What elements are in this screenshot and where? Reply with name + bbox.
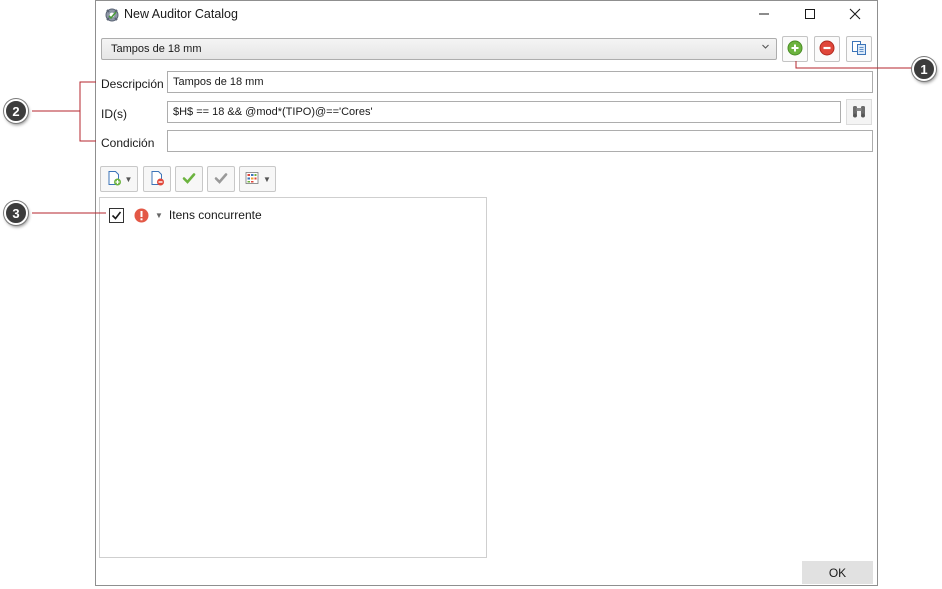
search-ids-button[interactable] (846, 99, 872, 125)
grid-options-icon (244, 170, 260, 189)
uncheck-all-icon (213, 170, 229, 189)
minimize-button[interactable] (741, 1, 787, 29)
duplicate-catalog-button[interactable] (846, 36, 872, 62)
callout-2: 2 (4, 99, 28, 123)
ids-value: $H$ == 18 && @mod*(TIPO)@=='Cores' (173, 106, 373, 118)
auditor-catalog-window: New Auditor Catalog Tampos de 18 mm Desc… (95, 0, 878, 586)
condition-field[interactable] (167, 130, 873, 152)
maximize-icon (804, 8, 816, 23)
callout-1: 1 (912, 57, 936, 81)
minimize-icon (758, 8, 770, 23)
rule-label: Itens concurrente (168, 208, 262, 222)
new-rule-icon (106, 170, 122, 189)
description-value: Tampos de 18 mm (173, 76, 264, 88)
rule-checkbox[interactable] (109, 207, 124, 223)
grid-options-button[interactable]: ▼ (239, 166, 276, 192)
remove-catalog-button[interactable] (814, 36, 840, 62)
delete-rule-icon (149, 170, 165, 189)
check-all-icon (181, 170, 197, 189)
ids-label: ID(s) (101, 107, 127, 121)
chevron-down-icon[interactable]: ▼ (155, 211, 163, 220)
description-label: Descripción (101, 77, 164, 91)
callout-2-line (32, 81, 96, 142)
chevron-down-icon: ▼ (263, 174, 271, 184)
catalog-select-value: Tampos de 18 mm (111, 43, 202, 55)
delete-rule-button[interactable] (143, 166, 171, 192)
catalog-select[interactable]: Tampos de 18 mm (101, 38, 777, 60)
title-bar[interactable]: New Auditor Catalog (96, 1, 877, 29)
add-catalog-button[interactable] (782, 36, 808, 62)
rules-tree[interactable]: ▼ Itens concurrente (99, 197, 487, 558)
binoculars-icon (851, 103, 867, 122)
check-all-button[interactable] (175, 166, 203, 192)
error-icon (134, 208, 149, 223)
uncheck-all-button[interactable] (207, 166, 235, 192)
add-icon (787, 40, 803, 59)
callout-3: 3 (4, 201, 28, 225)
chevron-down-icon (761, 42, 770, 54)
chevron-down-icon: ▼ (124, 174, 133, 184)
close-button[interactable] (832, 1, 878, 29)
condition-label: Condición (101, 136, 155, 150)
auditor-gear-icon (104, 7, 120, 23)
remove-icon (819, 40, 835, 59)
new-rule-button[interactable]: ▼ (100, 166, 138, 192)
ok-button[interactable]: OK (802, 561, 873, 584)
maximize-button[interactable] (787, 1, 833, 29)
close-icon (849, 8, 861, 23)
ids-field[interactable]: $H$ == 18 && @mod*(TIPO)@=='Cores' (167, 101, 841, 123)
window-title: New Auditor Catalog (124, 7, 238, 21)
list-item[interactable]: ▼ Itens concurrente (109, 206, 262, 224)
description-field[interactable]: Tampos de 18 mm (167, 71, 873, 93)
copy-icon (851, 40, 867, 59)
